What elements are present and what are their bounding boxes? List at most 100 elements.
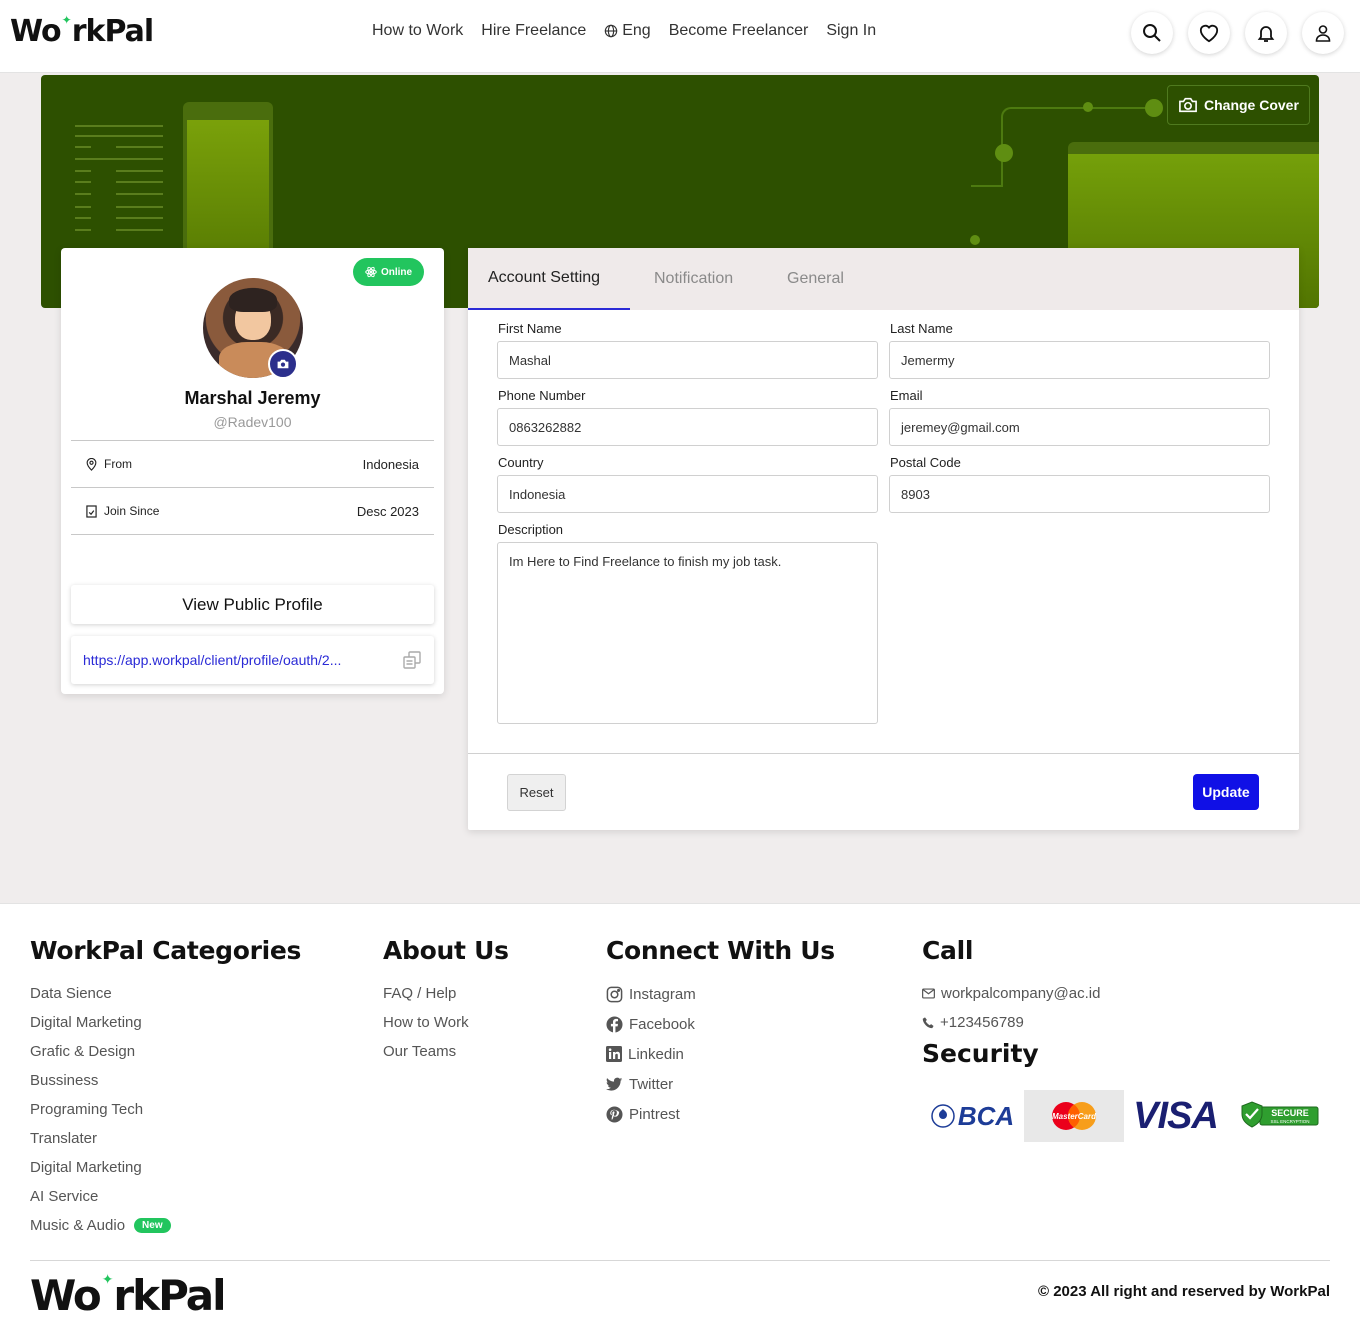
mastercard-logo: MasterCard — [1024, 1090, 1124, 1142]
ssl-badge-graphic: SECURE SSL ENCRYPTION — [1241, 1101, 1319, 1128]
search-icon — [1143, 24, 1161, 42]
main-nav: How to Work Hire Freelance Eng Become Fr… — [372, 22, 876, 40]
nav-sign-in[interactable]: Sign In — [826, 22, 876, 40]
cover-wire — [1001, 107, 1151, 187]
public-profile-link-box: https://app.workpal/client/profile/oauth… — [71, 636, 434, 684]
nav-language[interactable]: Eng — [604, 22, 651, 40]
instagram-icon — [606, 986, 623, 1002]
about-title: About Us — [383, 936, 509, 965]
mail-icon — [922, 988, 935, 999]
category-link[interactable]: Digital Marketing — [30, 1008, 301, 1037]
postal-code-field[interactable]: 8903 — [889, 475, 1270, 513]
favorites-button[interactable] — [1188, 12, 1230, 54]
category-link[interactable]: Grafic & Design — [30, 1037, 301, 1066]
camera-icon — [277, 359, 289, 369]
ssl-top-text: SECURE — [1271, 1108, 1309, 1118]
footer-logo[interactable]: Wo ✦ rkPal — [30, 1271, 226, 1320]
social-label: Twitter — [629, 1075, 674, 1093]
country-field[interactable]: Indonesia — [497, 475, 878, 513]
email-field[interactable]: jeremey@gmail.com — [889, 408, 1270, 446]
join-label: Join Since — [104, 504, 160, 518]
social-instagram[interactable]: Instagram — [606, 979, 835, 1009]
change-cover-label: Change Cover — [1204, 97, 1299, 113]
new-badge: New — [134, 1218, 171, 1233]
about-link-faq[interactable]: FAQ / Help — [383, 979, 509, 1008]
category-link[interactable]: Digital Marketing — [30, 1153, 301, 1182]
profile-name: Marshal Jeremy — [184, 388, 321, 408]
footer-call: Call workpalcompany@ac.id +123456789 — [922, 936, 1100, 1037]
profile-join-row: Join Since Desc 2023 — [71, 487, 434, 534]
footer-logo-right: rkPal — [113, 1271, 226, 1320]
twitter-icon — [606, 1077, 623, 1091]
call-title: Call — [922, 936, 974, 965]
category-link[interactable]: AI Service — [30, 1182, 301, 1211]
footer-categories: WorkPal Categories Data Sience Digital M… — [30, 936, 301, 1240]
contact-phone[interactable]: +123456789 — [922, 1008, 1100, 1037]
bca-logo: BCA — [925, 1090, 1020, 1142]
reset-button[interactable]: Reset — [507, 774, 566, 811]
category-link[interactable]: Translater — [30, 1124, 301, 1153]
contact-email[interactable]: workpalcompany@ac.id — [922, 979, 1100, 1008]
bell-icon — [1257, 26, 1275, 42]
tab-general[interactable]: General — [787, 248, 844, 310]
last-name-field[interactable]: Jemermy — [889, 341, 1270, 379]
first-name-field[interactable]: Mashal — [497, 341, 878, 379]
update-button[interactable]: Update — [1193, 774, 1259, 810]
nav-how-to-work[interactable]: How to Work — [372, 22, 463, 40]
tab-notification[interactable]: Notification — [630, 248, 787, 310]
footer-about: About Us FAQ / Help How to Work Our Team… — [383, 936, 509, 1066]
account-button[interactable] — [1302, 12, 1344, 54]
ssl-secure-badge: SECURE SSL ENCRYPTION — [1240, 1090, 1320, 1142]
cover-dot — [1083, 102, 1093, 112]
pinterest-icon — [606, 1105, 623, 1123]
profile-username: @Radev100 — [213, 414, 292, 430]
about-link-our-teams[interactable]: Our Teams — [383, 1037, 509, 1066]
category-link[interactable]: Programing Tech — [30, 1095, 301, 1124]
cover-dot — [970, 235, 980, 245]
first-name-label: First Name — [498, 321, 562, 336]
globe-icon — [604, 24, 618, 38]
from-label: From — [104, 457, 132, 471]
social-facebook[interactable]: Facebook — [606, 1009, 835, 1039]
social-linkedin[interactable]: Linkedin — [606, 1039, 835, 1069]
footer-logo-left: Wo — [30, 1271, 102, 1320]
change-avatar-button[interactable] — [268, 349, 298, 379]
social-twitter[interactable]: Twitter — [606, 1069, 835, 1099]
online-status-badge: Online — [353, 258, 424, 286]
logo-spark-icon: ✦ — [101, 1271, 114, 1288]
phone-icon — [922, 1016, 934, 1028]
social-label: Instagram — [629, 985, 696, 1003]
nav-hire-freelance[interactable]: Hire Freelance — [481, 22, 586, 40]
category-link[interactable]: Bussiness — [30, 1066, 301, 1095]
description-textarea[interactable]: Im Here to Find Freelance to finish my j… — [497, 542, 878, 724]
tab-account-setting[interactable]: Account Setting — [468, 248, 630, 310]
profile-divider — [71, 534, 434, 535]
category-link[interactable]: Data Sience — [30, 979, 301, 1008]
category-link-music-audio[interactable]: Music & Audio New — [30, 1211, 301, 1240]
contact-email-text: workpalcompany@ac.id — [941, 985, 1101, 1002]
copy-icon[interactable] — [402, 650, 422, 670]
settings-divider — [468, 753, 1299, 754]
workpal-logo[interactable]: Wo ✦ rkPal — [10, 13, 154, 50]
notifications-button[interactable] — [1245, 12, 1287, 54]
visa-logo: VISA — [1133, 1094, 1219, 1137]
social-label: Linkedin — [628, 1045, 684, 1063]
heart-icon — [1199, 24, 1219, 43]
facebook-icon — [606, 1015, 623, 1033]
join-value: Desc 2023 — [356, 503, 419, 519]
search-button[interactable] — [1131, 12, 1173, 54]
categories-title: WorkPal Categories — [30, 936, 302, 965]
bca-text: BCA — [957, 1100, 1015, 1131]
about-link-how-to-work[interactable]: How to Work — [383, 1008, 509, 1037]
from-value: Indonesia — [362, 456, 419, 472]
view-public-profile-button[interactable]: View Public Profile — [71, 585, 434, 624]
cover-wire — [971, 185, 1001, 187]
description-label: Description — [498, 522, 564, 537]
profile-from-row: From Indonesia — [71, 440, 434, 487]
linkedin-icon — [606, 1046, 622, 1062]
public-profile-link[interactable]: https://app.workpal/client/profile/oauth… — [83, 652, 341, 668]
change-cover-button[interactable]: Change Cover — [1167, 85, 1310, 125]
nav-become-freelancer[interactable]: Become Freelancer — [669, 22, 809, 40]
social-pinterest[interactable]: Pintrest — [606, 1099, 835, 1129]
phone-field[interactable]: 0863262882 — [497, 408, 878, 446]
